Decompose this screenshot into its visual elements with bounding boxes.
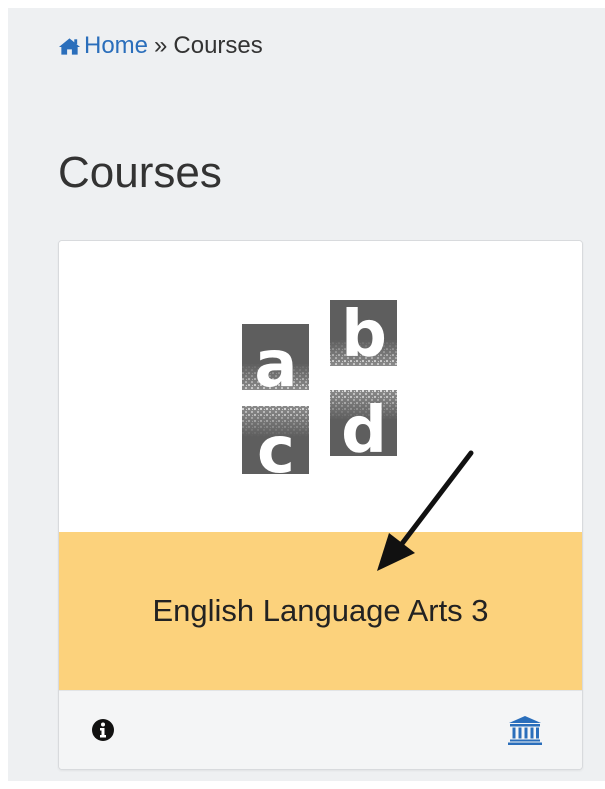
breadcrumb-current: Courses [173, 32, 263, 59]
logo-block-a: a [242, 324, 309, 402]
abcd-logo-image: a b c d [242, 300, 397, 474]
breadcrumb: Home » Courses [58, 32, 263, 60]
course-title-band[interactable]: English Language Arts 3 [59, 532, 582, 690]
logo-letter-b: b [341, 300, 387, 372]
breadcrumb-home-label: Home [84, 32, 149, 59]
logo-block-b: b [330, 300, 397, 372]
course-card-footer [59, 690, 582, 769]
logo-letter-c: c [257, 414, 295, 474]
course-title: English Language Arts 3 [152, 593, 489, 628]
breadcrumb-separator: » [154, 32, 168, 59]
course-card-image: a b c d [59, 241, 582, 532]
home-icon [58, 38, 81, 55]
logo-letter-a: a [254, 328, 297, 402]
bank-icon[interactable] [508, 715, 542, 745]
page-title: Courses [58, 148, 222, 197]
info-icon[interactable] [91, 718, 115, 742]
logo-block-c: c [242, 406, 309, 474]
course-card[interactable]: a b c d English Language Arts 3 [58, 240, 583, 770]
logo-letter-d: d [341, 394, 387, 468]
page-container: Home » Courses Courses a b c d English L… [8, 8, 605, 781]
logo-block-d: d [330, 390, 397, 468]
breadcrumb-home-link[interactable]: Home [58, 32, 148, 60]
